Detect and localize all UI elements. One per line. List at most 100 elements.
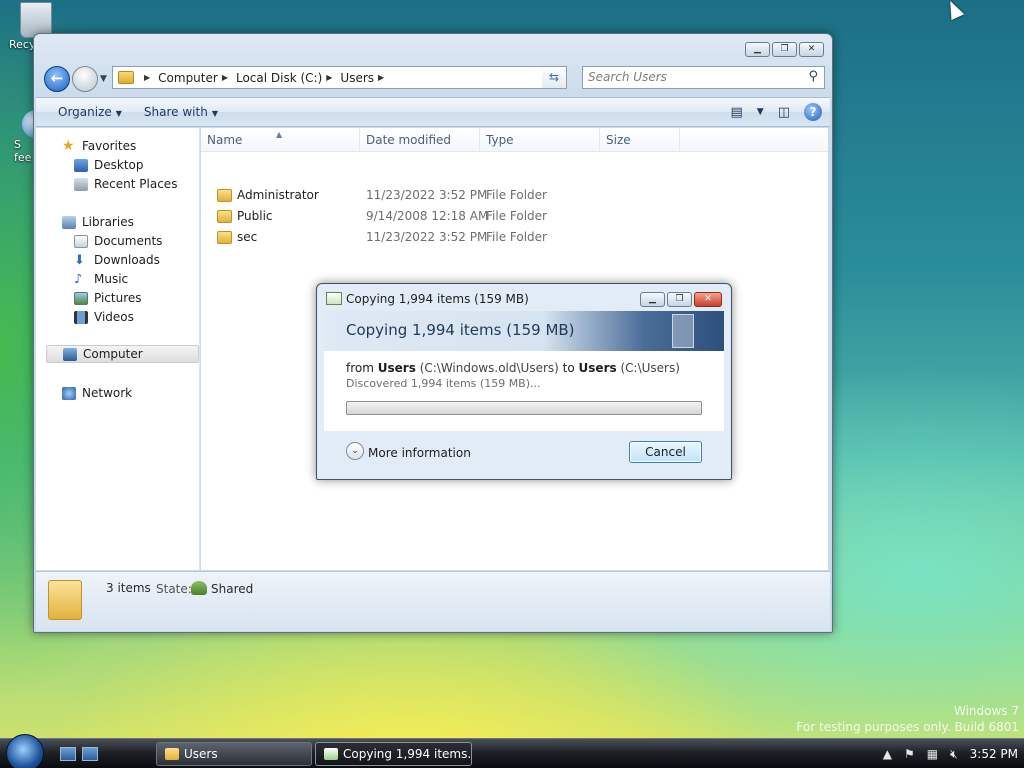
chevron-right-icon[interactable]: ▶: [326, 73, 332, 82]
show-desktop-icon[interactable]: [60, 747, 76, 761]
nav-videos[interactable]: Videos: [36, 308, 200, 326]
chevron-right-icon[interactable]: ▶: [378, 73, 384, 82]
column-type-label: Type: [486, 133, 514, 147]
search-icon[interactable]: ⚲: [808, 69, 818, 84]
destination-link[interactable]: Users: [579, 361, 617, 375]
start-button[interactable]: [6, 734, 44, 768]
help-icon[interactable]: ?: [804, 103, 822, 121]
breadcrumb-users[interactable]: Users: [340, 71, 374, 85]
copy-icon: [326, 292, 342, 305]
dialog-window-controls: ▁ ❐ ✕: [640, 292, 722, 307]
taskbar-label-users: Users: [184, 747, 218, 761]
switch-windows-icon[interactable]: [82, 747, 98, 761]
document-glyph-icon: [672, 314, 694, 348]
nav-libraries-label: Libraries: [82, 215, 134, 229]
minimize-button[interactable]: ▁: [745, 42, 770, 57]
libraries-icon: [62, 215, 76, 229]
dialog-banner: Copying 1,994 items (159 MB): [324, 311, 724, 351]
back-button[interactable]: ←: [44, 66, 70, 92]
state-label: State:: [156, 582, 192, 596]
volume-muted-icon[interactable]: 🔇︎: [950, 739, 958, 768]
row-type: File Folder: [486, 230, 547, 244]
dialog-maximize-button[interactable]: ❐: [667, 292, 692, 307]
nav-libraries[interactable]: Libraries: [36, 213, 200, 231]
dialog-heading: Copying 1,994 items (159 MB): [346, 321, 575, 339]
taskbar-button-copying[interactable]: Copying 1,994 items...: [315, 742, 472, 766]
nav-computer[interactable]: Computer: [46, 345, 199, 363]
column-date-modified[interactable]: Date modified: [360, 128, 480, 152]
refresh-button[interactable]: ⇆: [542, 66, 567, 89]
breadcrumb-local-disk[interactable]: Local Disk (C:): [236, 71, 322, 85]
nav-favorites[interactable]: ★ Favorites: [36, 137, 200, 155]
taskbar-label-copying: Copying 1,994 items...: [343, 747, 472, 761]
preview-pane-icon[interactable]: ◫: [778, 105, 790, 120]
nav-pictures-label: Pictures: [94, 291, 142, 305]
address-bar[interactable]: ▶ Computer ▶ Local Disk (C:) ▶ Users ▶ ▼: [112, 66, 567, 89]
item-count: 3 items: [106, 581, 151, 595]
nav-pictures[interactable]: Pictures: [36, 289, 200, 307]
back-arrow-icon: ←: [50, 69, 64, 87]
nav-desktop[interactable]: Desktop: [36, 156, 200, 174]
column-date-label: Date modified: [366, 133, 452, 147]
row-type: File Folder: [486, 188, 547, 202]
nav-recent-places[interactable]: Recent Places: [36, 175, 200, 193]
nav-documents[interactable]: Documents: [36, 232, 200, 250]
action-center-icon[interactable]: ⚑: [904, 739, 915, 768]
videos-icon: [74, 310, 88, 324]
nav-music[interactable]: ♪ Music: [36, 270, 200, 288]
network-tray-icon[interactable]: ▦: [927, 739, 938, 768]
chevron-down-icon: ▼: [211, 109, 218, 118]
nav-favorites-label: Favorites: [82, 139, 137, 153]
downloads-icon: ⬇: [74, 252, 85, 268]
clock[interactable]: 3:52 PM: [970, 739, 1018, 768]
source-path: (C:\Windows.old\Users): [419, 361, 559, 375]
source-link[interactable]: Users: [378, 361, 416, 375]
share-with-button[interactable]: Share with ▼: [144, 105, 218, 119]
dialog-close-button[interactable]: ✕: [694, 292, 722, 307]
organize-button[interactable]: Organize ▼: [58, 105, 122, 119]
music-icon: ♪: [74, 271, 83, 287]
nav-network[interactable]: Network: [36, 384, 200, 402]
column-name[interactable]: ▲ Name: [201, 128, 360, 152]
computer-icon: [63, 347, 77, 361]
details-pane: 3 items State: Shared: [36, 571, 830, 631]
nav-recent-places-label: Recent Places: [94, 177, 178, 191]
dialog-title: Copying 1,994 items (159 MB): [346, 292, 529, 306]
folder-icon: [217, 231, 232, 244]
breadcrumb-computer[interactable]: Computer: [158, 71, 218, 85]
dialog-body: from Users (C:\Windows.old\Users) to Use…: [324, 351, 724, 431]
chevron-right-icon[interactable]: ▶: [222, 73, 228, 82]
table-row[interactable]: sec 11/23/2022 3:52 PM File Folder: [201, 227, 828, 248]
dialog-minimize-button[interactable]: ▁: [640, 292, 665, 307]
table-row[interactable]: Administrator 11/23/2022 3:52 PM File Fo…: [201, 185, 828, 206]
more-information-link[interactable]: More information: [368, 446, 471, 460]
recent-pages-dropdown[interactable]: ▼: [100, 74, 107, 84]
nav-videos-label: Videos: [94, 310, 134, 324]
pictures-icon: [74, 291, 88, 305]
column-size[interactable]: Size: [600, 128, 680, 152]
search-input[interactable]: Search Users ⚲: [582, 66, 825, 89]
views-dropdown-icon[interactable]: ▼: [757, 107, 764, 117]
cancel-button[interactable]: Cancel: [629, 441, 702, 463]
views-icon[interactable]: ▤: [730, 105, 742, 120]
row-date: 11/23/2022 3:52 PM: [366, 230, 488, 244]
copy-progress-bar: [346, 401, 702, 415]
row-name: Public: [237, 209, 273, 223]
show-hidden-icons-icon[interactable]: ▲: [883, 739, 892, 768]
maximize-button[interactable]: ❐: [772, 42, 797, 57]
nav-downloads-label: Downloads: [94, 253, 160, 267]
search-placeholder: Search Users: [588, 70, 667, 84]
column-type[interactable]: Type: [480, 128, 600, 152]
table-row[interactable]: Public 9/14/2008 12:18 AM File Folder: [201, 206, 828, 227]
sort-ascending-icon: ▲: [276, 130, 283, 139]
nav-downloads[interactable]: ⬇ Downloads: [36, 251, 200, 269]
copy-source-destination: from Users (C:\Windows.old\Users) to Use…: [346, 361, 680, 375]
row-date: 11/23/2022 3:52 PM: [366, 188, 488, 202]
network-icon: [62, 386, 76, 400]
chevron-right-icon[interactable]: ▶: [144, 73, 150, 82]
close-button[interactable]: ✕: [799, 42, 824, 57]
expand-chevron-icon[interactable]: ⌄: [346, 442, 364, 460]
forward-button[interactable]: [72, 66, 98, 92]
taskbar-button-users[interactable]: Users: [156, 742, 312, 766]
nav-documents-label: Documents: [94, 234, 163, 248]
